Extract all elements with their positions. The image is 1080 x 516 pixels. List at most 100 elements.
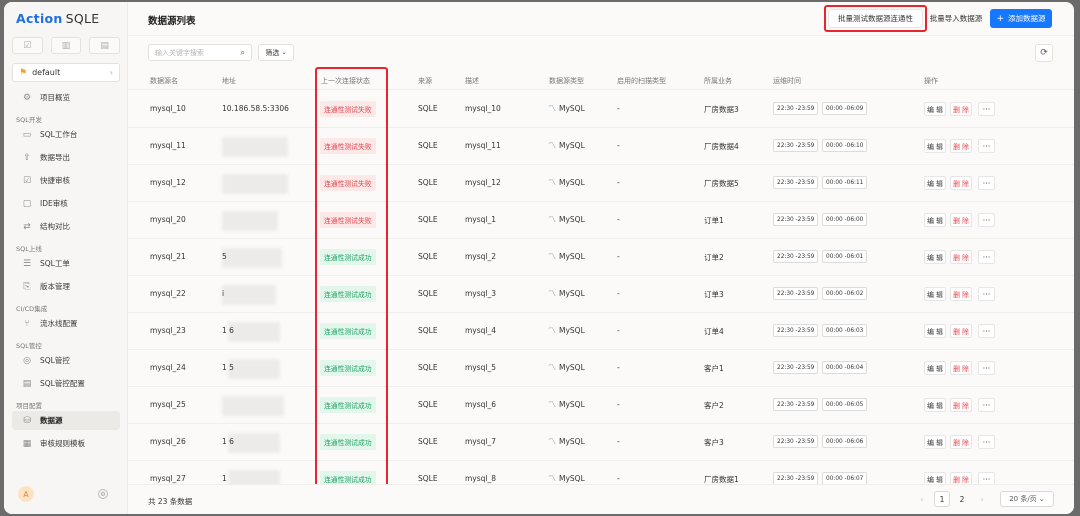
- status-badge: 连通性测试成功: [320, 434, 376, 450]
- cell-type-label: MySQL: [559, 363, 585, 372]
- page-size-select[interactable]: 20 条/页 ⌄: [1000, 491, 1054, 507]
- page-2-button[interactable]: 2: [954, 491, 970, 507]
- table-row: mysql_22 i 连通性测试成功 SQLE mysql_3 〽 MySQL - 订单3 22:…: [128, 276, 1074, 313]
- sidebar-item[interactable]: ⇄ 结构对比: [12, 217, 120, 236]
- sidebar-item[interactable]: ☑ 快捷审核: [12, 171, 120, 190]
- sidebar-item[interactable]: ◎ SQL管控: [12, 351, 120, 370]
- edit-button[interactable]: 编 辑: [924, 435, 946, 449]
- column-header-last-status: 上一次连接状态: [321, 77, 370, 85]
- redacted-address: [222, 211, 278, 231]
- mysql-icon: 〽: [548, 326, 556, 335]
- cell-name: mysql_23: [150, 326, 186, 335]
- sidebar-item[interactable]: ⇪ 数据导出: [12, 148, 120, 167]
- sidebar-item[interactable]: ⑂ 流水线配置: [12, 314, 120, 333]
- cell-scan-type: -: [617, 141, 620, 150]
- sidebar-item-label: 项目概览: [40, 93, 70, 102]
- table-header: 数据源名 地址 上一次连接状态 来源 描述 数据源类型 启用的扫描类型 所属业务…: [128, 70, 1074, 90]
- sidebar-item[interactable]: ▢ IDE审核: [12, 194, 120, 213]
- batch-import-button[interactable]: 批量导入数据源: [925, 9, 987, 28]
- more-icon[interactable]: ···: [978, 176, 995, 190]
- redacted-address: [222, 174, 288, 194]
- cell-name: mysql_22: [150, 289, 186, 298]
- prev-page-button[interactable]: ‹: [914, 491, 930, 507]
- cell-business: 订单2: [704, 253, 724, 262]
- checklist-icon[interactable]: ☑: [12, 37, 43, 54]
- sidebar-item[interactable]: ▭ SQL工作台: [12, 125, 120, 144]
- sidebar-item[interactable]: ▤ SQL管控配置: [12, 374, 120, 393]
- document-icon[interactable]: ▤: [89, 37, 121, 54]
- sidebar-item[interactable]: ☰ SQL工单: [12, 254, 120, 273]
- delete-button[interactable]: 删 除: [950, 139, 972, 153]
- project-selector[interactable]: ⚑ default ›: [12, 63, 120, 82]
- page-1-button[interactable]: 1: [934, 491, 950, 507]
- more-icon[interactable]: ···: [978, 139, 995, 153]
- sidebar-item[interactable]: ▦ 审核规则模板: [12, 434, 120, 453]
- cell-description: mysql_11: [465, 141, 501, 150]
- refresh-icon[interactable]: ⟳: [1035, 44, 1053, 62]
- total-count: 共 23 条数据: [148, 497, 193, 506]
- edit-button[interactable]: 编 辑: [924, 176, 946, 190]
- export-icon: ⇪: [23, 152, 31, 163]
- cell-business: 订单3: [704, 290, 724, 299]
- more-icon[interactable]: ···: [978, 361, 995, 375]
- filter-button[interactable]: 筛选 ⌄: [258, 44, 294, 61]
- cell-type-label: MySQL: [559, 215, 585, 224]
- sidebar-item-label: 审核规则模板: [40, 439, 85, 448]
- column-header-actions: 操作: [924, 77, 938, 85]
- next-page-button[interactable]: ›: [974, 491, 990, 507]
- more-icon[interactable]: ···: [978, 250, 995, 264]
- sidebar-item-overview[interactable]: ⚙ 项目概览: [12, 88, 120, 107]
- edit-button[interactable]: 编 辑: [924, 213, 946, 227]
- edit-button[interactable]: 编 辑: [924, 287, 946, 301]
- status-badge: 连通性测试成功: [320, 286, 376, 302]
- sidebar-item-label: 流水线配置: [40, 319, 78, 328]
- delete-button[interactable]: 删 除: [950, 213, 972, 227]
- cell-business: 客户2: [704, 401, 724, 410]
- add-datasource-button[interactable]: + 添加数据源: [990, 9, 1052, 28]
- cell-source: SQLE: [418, 178, 438, 187]
- cell-name: mysql_10: [150, 104, 186, 113]
- cell-source: SQLE: [418, 104, 438, 113]
- edit-button[interactable]: 编 辑: [924, 139, 946, 153]
- edit-button[interactable]: 编 辑: [924, 361, 946, 375]
- maintenance-time-tag: 22:30 -23:59: [773, 176, 819, 189]
- avatar[interactable]: A: [18, 486, 34, 502]
- delete-button[interactable]: 删 除: [950, 176, 972, 190]
- cell-name: mysql_24: [150, 363, 186, 372]
- search-input[interactable]: 输入关键字搜索 ⌕: [148, 44, 252, 61]
- delete-button[interactable]: 删 除: [950, 435, 972, 449]
- edit-button[interactable]: 编 辑: [924, 398, 946, 412]
- delete-button[interactable]: 删 除: [950, 250, 972, 264]
- edit-button[interactable]: 编 辑: [924, 102, 946, 116]
- cell-business: 订单4: [704, 327, 724, 336]
- sidebar-item[interactable]: ⛁ 数据源: [12, 411, 120, 430]
- edit-button[interactable]: 编 辑: [924, 324, 946, 338]
- cell-type-label: MySQL: [559, 474, 585, 483]
- delete-button[interactable]: 删 除: [950, 102, 972, 116]
- cell-name: mysql_25: [150, 400, 186, 409]
- cell-scan-type: -: [617, 252, 620, 261]
- table-row: mysql_10 10.186.58.5:3306 连通性测试失败 SQLE mysql…: [128, 91, 1074, 128]
- batch-test-button[interactable]: 批量测试数据源连通性: [828, 9, 923, 28]
- delete-button[interactable]: 删 除: [950, 361, 972, 375]
- bar-chart-icon[interactable]: ▥: [50, 37, 82, 54]
- more-icon[interactable]: ···: [978, 102, 995, 116]
- edit-button[interactable]: 编 辑: [924, 250, 946, 264]
- maintenance-time-tag: 00:00 -06:10: [822, 139, 868, 152]
- more-icon[interactable]: ···: [978, 287, 995, 301]
- table-row: mysql_21 5 连通性测试成功 SQLE mysql_2 〽 MySQL - 订单2 22:…: [128, 239, 1074, 276]
- delete-button[interactable]: 删 除: [950, 398, 972, 412]
- status-badge: 连通性测试成功: [320, 397, 376, 413]
- settings-icon[interactable]: ⚙: [98, 489, 108, 499]
- cell-source: SQLE: [418, 215, 438, 224]
- mysql-icon: 〽: [548, 215, 556, 224]
- more-icon[interactable]: ···: [978, 324, 995, 338]
- more-icon[interactable]: ···: [978, 213, 995, 227]
- more-icon[interactable]: ···: [978, 398, 995, 412]
- sidebar-group-title: CI/CD集成: [16, 305, 48, 313]
- more-icon[interactable]: ···: [978, 435, 995, 449]
- delete-button[interactable]: 删 除: [950, 287, 972, 301]
- sidebar-item[interactable]: ⎘ 版本管理: [12, 277, 120, 296]
- cell-type: 〽 MySQL: [548, 399, 585, 410]
- delete-button[interactable]: 删 除: [950, 324, 972, 338]
